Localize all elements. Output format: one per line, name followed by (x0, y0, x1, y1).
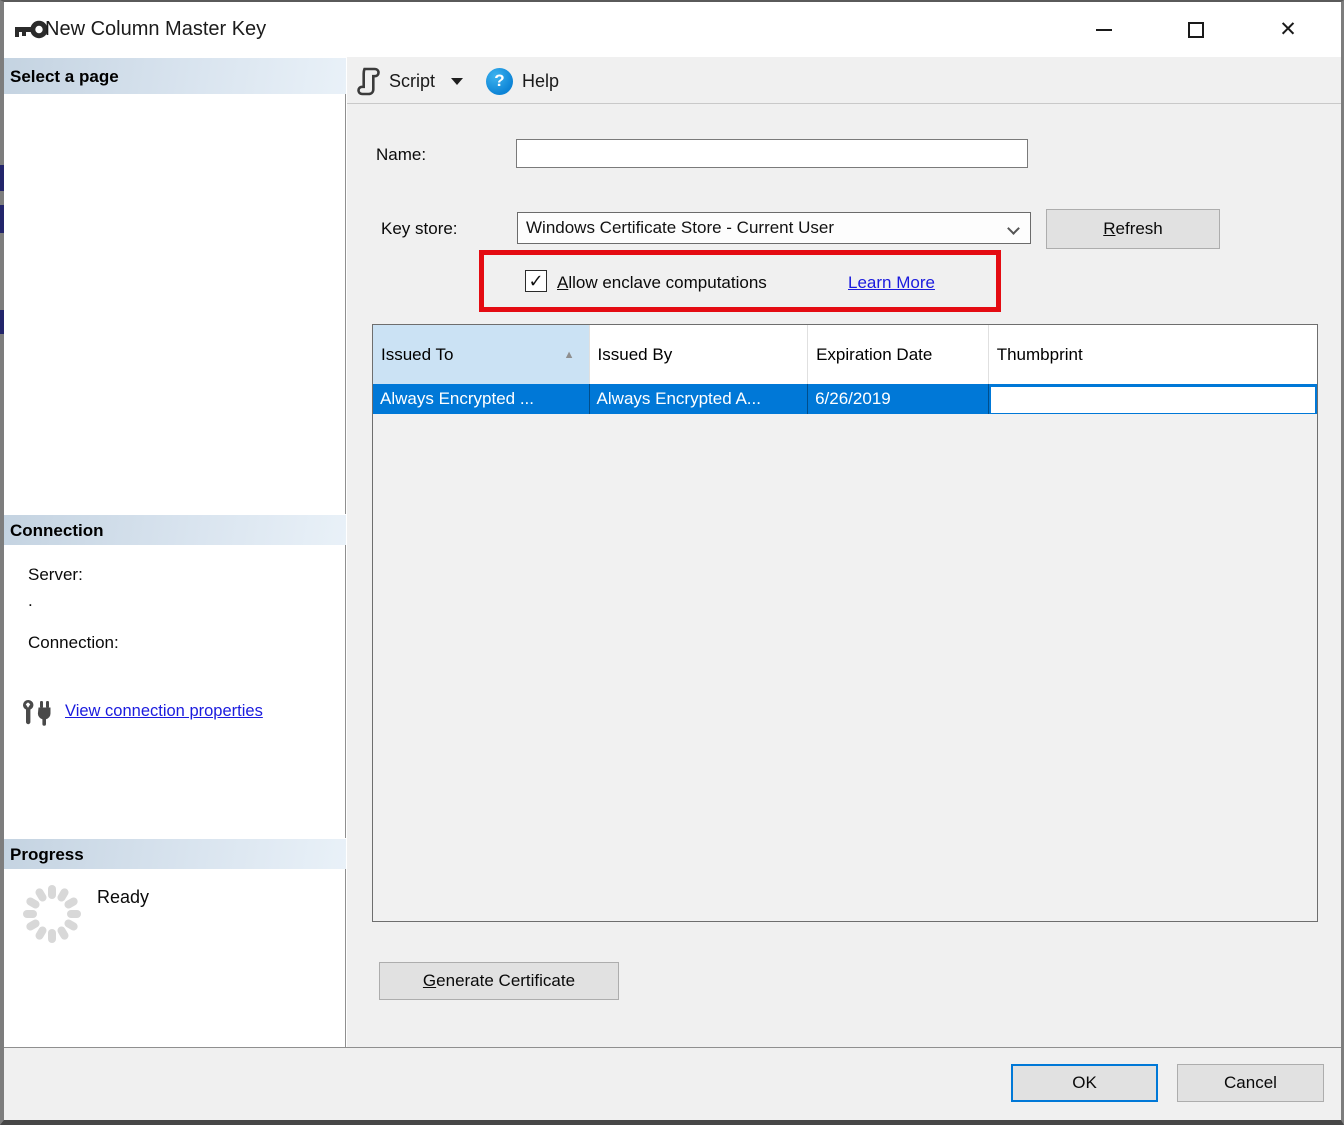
cell-expiration-date: 6/26/2019 (808, 384, 989, 414)
minimize-icon (1096, 29, 1112, 31)
cancel-button[interactable]: Cancel (1177, 1064, 1324, 1102)
key-store-dropdown[interactable]: Windows Certificate Store - Current User (517, 212, 1031, 244)
minimize-button[interactable] (1080, 2, 1128, 57)
name-input[interactable] (516, 139, 1028, 168)
help-button[interactable]: ? Help (486, 64, 559, 98)
allow-accesskey: A (557, 273, 568, 292)
view-connection-properties-link[interactable]: View connection properties (65, 702, 263, 721)
column-header-thumbprint[interactable]: Thumbprint (989, 325, 1317, 384)
new-column-master-key-dialog: New Column Master Key ✕ Select a page Co… (0, 0, 1344, 1125)
help-icon: ? (486, 68, 513, 95)
maximize-button[interactable] (1172, 2, 1220, 57)
cell-issued-by: Always Encrypted A... (590, 384, 809, 414)
close-button[interactable]: ✕ (1264, 2, 1312, 57)
connection-properties-icon (20, 697, 54, 729)
column-header-label: Issued By (598, 345, 673, 365)
allow-enclave-computations-label: Allow enclave computations (557, 273, 767, 293)
progress-status: Ready (97, 887, 149, 908)
title-bar: New Column Master Key ✕ (4, 2, 1341, 57)
chevron-down-icon (1007, 222, 1020, 235)
key-icon (14, 17, 48, 43)
key-store-label: Key store: (381, 219, 458, 239)
refresh-label-rest: efresh (1116, 219, 1163, 238)
connection-section-header: Connection (4, 514, 346, 545)
window-title: New Column Master Key (45, 2, 266, 57)
column-header-label: Thumbprint (997, 345, 1083, 365)
script-button[interactable]: Script (356, 64, 463, 98)
script-dropdown-caret-icon[interactable] (451, 78, 463, 85)
help-question-glyph: ? (494, 71, 504, 91)
generate-label-rest: enerate Certificate (436, 971, 575, 990)
allow-enclave-computations-checkbox[interactable]: ✓ (525, 270, 547, 292)
select-a-page-header: Select a page (4, 57, 346, 94)
refresh-accesskey: R (1103, 219, 1115, 238)
help-label: Help (522, 71, 559, 92)
certificates-table-header: Issued To ▲ Issued By Expiration Date Th… (373, 325, 1317, 384)
column-header-label: Expiration Date (816, 345, 932, 365)
generate-certificate-button[interactable]: Generate Certificate (379, 962, 619, 1000)
maximize-icon (1188, 22, 1204, 38)
script-label: Script (389, 71, 435, 92)
column-header-label: Issued To (381, 345, 453, 365)
name-label: Name: (376, 145, 426, 165)
allow-label-rest: llow enclave computations (568, 273, 766, 292)
learn-more-link[interactable]: Learn More (848, 273, 935, 293)
script-icon (356, 67, 381, 96)
ok-button[interactable]: OK (1011, 1064, 1158, 1102)
thumbprint-input[interactable] (989, 385, 1317, 414)
progress-section-header: Progress (4, 838, 346, 869)
server-label: Server: (28, 565, 83, 585)
sort-ascending-icon: ▲ (564, 349, 581, 361)
generate-accesskey: G (423, 971, 436, 990)
checkmark-icon: ✓ (528, 272, 543, 290)
refresh-button[interactable]: Refresh (1046, 209, 1220, 249)
progress-spinner-icon (20, 882, 84, 946)
column-header-issued-to[interactable]: Issued To ▲ (373, 325, 590, 384)
cell-issued-to: Always Encrypted ... (373, 384, 590, 414)
column-header-issued-by[interactable]: Issued By (590, 325, 809, 384)
column-header-expiration-date[interactable]: Expiration Date (808, 325, 989, 384)
certificates-table: Issued To ▲ Issued By Expiration Date Th… (372, 324, 1318, 922)
server-value: . (28, 591, 33, 611)
cell-thumbprint (989, 384, 1317, 414)
close-icon: ✕ (1279, 17, 1297, 42)
certificate-row-selected[interactable]: Always Encrypted ... Always Encrypted A.… (373, 384, 1317, 414)
key-store-selected-value: Windows Certificate Store - Current User (526, 218, 834, 238)
connection-label: Connection: (28, 633, 119, 653)
